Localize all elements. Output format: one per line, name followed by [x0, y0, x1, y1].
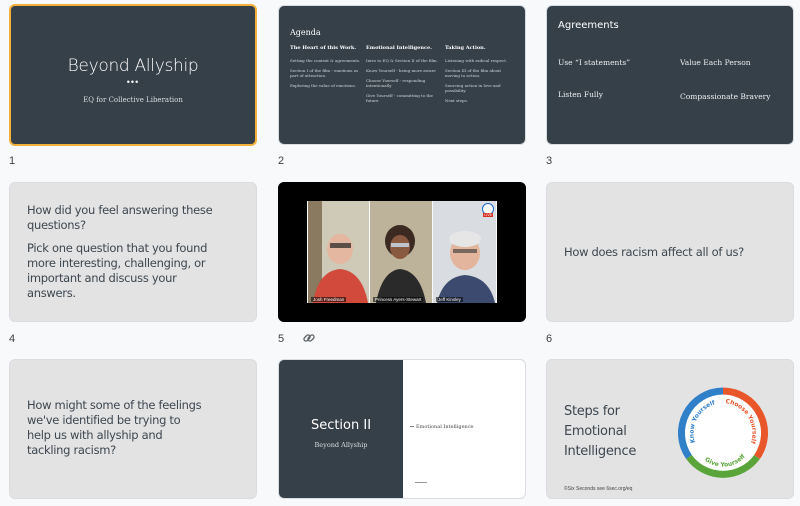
- slide-thumbnail-6[interactable]: How does racism affect all of us?: [546, 182, 794, 322]
- slide-number: 6: [546, 333, 553, 345]
- slide-text: Pick one question that you found more in…: [27, 241, 208, 300]
- agenda-heading: Taking Action.: [445, 45, 486, 51]
- agreement-item: Value Each Person: [680, 58, 751, 67]
- slide-title: Section II: [310, 418, 372, 433]
- agenda-item: Choose Yourself - responding intentional…: [366, 78, 426, 88]
- agenda-item: Section III of the film about moving to …: [445, 68, 502, 78]
- video-participant-1: Josh Freedman: [308, 201, 369, 303]
- agenda-item: Listening with radical respect.: [445, 58, 508, 63]
- agenda-item: Intro to EQ & Section II of the film.: [366, 58, 438, 63]
- slide-text: Emotional Intelligence: [416, 424, 474, 430]
- slide-text: How does racism affect all of us?: [564, 245, 744, 259]
- participant-name: Jeff Kinsley: [436, 297, 463, 302]
- slide-number: 4: [9, 333, 16, 345]
- agenda-item: Sourcing action in love and possibility.: [445, 83, 501, 93]
- agreement-item: Use “I statements”: [558, 58, 631, 67]
- slide-thumbnail-5[interactable]: Josh Freedman Princess Ayers-Stewart Jef…: [278, 182, 526, 322]
- bullet-dash: [410, 426, 414, 427]
- slide-thumbnail-8[interactable]: Section II Beyond Allyship Emotional Int…: [278, 359, 526, 499]
- slide-number: 1: [9, 155, 16, 167]
- slide-thumbnail-3[interactable]: Agreements Use “I statements” Value Each…: [546, 5, 794, 145]
- agenda-column: Emotional Intelligence. Intro to EQ & Se…: [366, 45, 438, 108]
- video-participant-3: Jeff Kinsley LIVE: [433, 201, 496, 303]
- agenda-item: Give Yourself - committing to the future: [366, 93, 433, 103]
- agenda-item: Know Yourself - being more aware: [366, 68, 436, 73]
- slide-number: 5: [278, 333, 285, 345]
- slide-thumbnail-2[interactable]: Agenda The Heart of this Work. Setting t…: [278, 5, 526, 145]
- agenda-item: Next steps.: [445, 98, 468, 103]
- agenda-item: Section I of the film - emotions as part…: [290, 68, 359, 78]
- slide-subtitle: Beyond Allyship: [314, 441, 368, 449]
- slide-title: Steps for Emotional Intelligence: [564, 404, 637, 459]
- slide-thumbnail-4[interactable]: How did you feel answering these questio…: [9, 182, 257, 322]
- slide-subtitle: EQ for Collective Liberation: [83, 96, 183, 104]
- eq-ring-diagram: Know Yourself Choose Yourself Give Yours…: [677, 387, 769, 478]
- participant-name: Josh Freedman: [311, 297, 347, 302]
- agreement-item: Listen Fully: [558, 90, 603, 99]
- slide-dots: •••: [126, 77, 140, 87]
- agenda-item: Setting the context & agreements.: [290, 58, 361, 63]
- slide-number: 2: [278, 155, 285, 167]
- slide-title: Beyond Allyship: [67, 56, 199, 76]
- slide-footer: ©Six Seconds see 6sec.org/eq: [564, 486, 633, 492]
- slide-thumbnail-9[interactable]: Steps for Emotional Intelligence Know Yo…: [546, 359, 794, 499]
- participant-name: Princess Ayers-Stewart: [373, 297, 424, 302]
- link-icon[interactable]: [302, 331, 316, 345]
- video-participant-2: Princess Ayers-Stewart: [370, 201, 432, 303]
- slide-text: How might some of the feelings we've ide…: [27, 398, 202, 457]
- agenda-heading: The Heart of this Work.: [290, 45, 357, 51]
- slide-text: How did you feel answering these questio…: [27, 203, 213, 232]
- divider: [415, 482, 427, 483]
- person-image: [370, 201, 432, 303]
- video-embed[interactable]: Josh Freedman Princess Ayers-Stewart Jef…: [307, 201, 497, 303]
- live-badge: LIVE: [483, 213, 493, 217]
- agenda-item: Exploring the value of emotions.: [290, 83, 356, 88]
- slide-thumbnail-1[interactable]: Beyond Allyship ••• EQ for Collective Li…: [9, 4, 257, 146]
- agenda-column: The Heart of this Work. Setting the cont…: [290, 45, 362, 93]
- agenda-column: Taking Action. Listening with radical re…: [445, 45, 517, 108]
- agreement-item: Compassionate Bravery: [680, 92, 771, 101]
- slide-title: Agreements: [558, 20, 619, 31]
- person-image: [308, 201, 369, 303]
- slide-number: 3: [546, 155, 553, 167]
- agenda-heading: Emotional Intelligence.: [366, 45, 432, 51]
- slide-title: Agenda: [290, 28, 321, 37]
- slide-thumbnail-7[interactable]: How might some of the feelings we've ide…: [9, 359, 257, 499]
